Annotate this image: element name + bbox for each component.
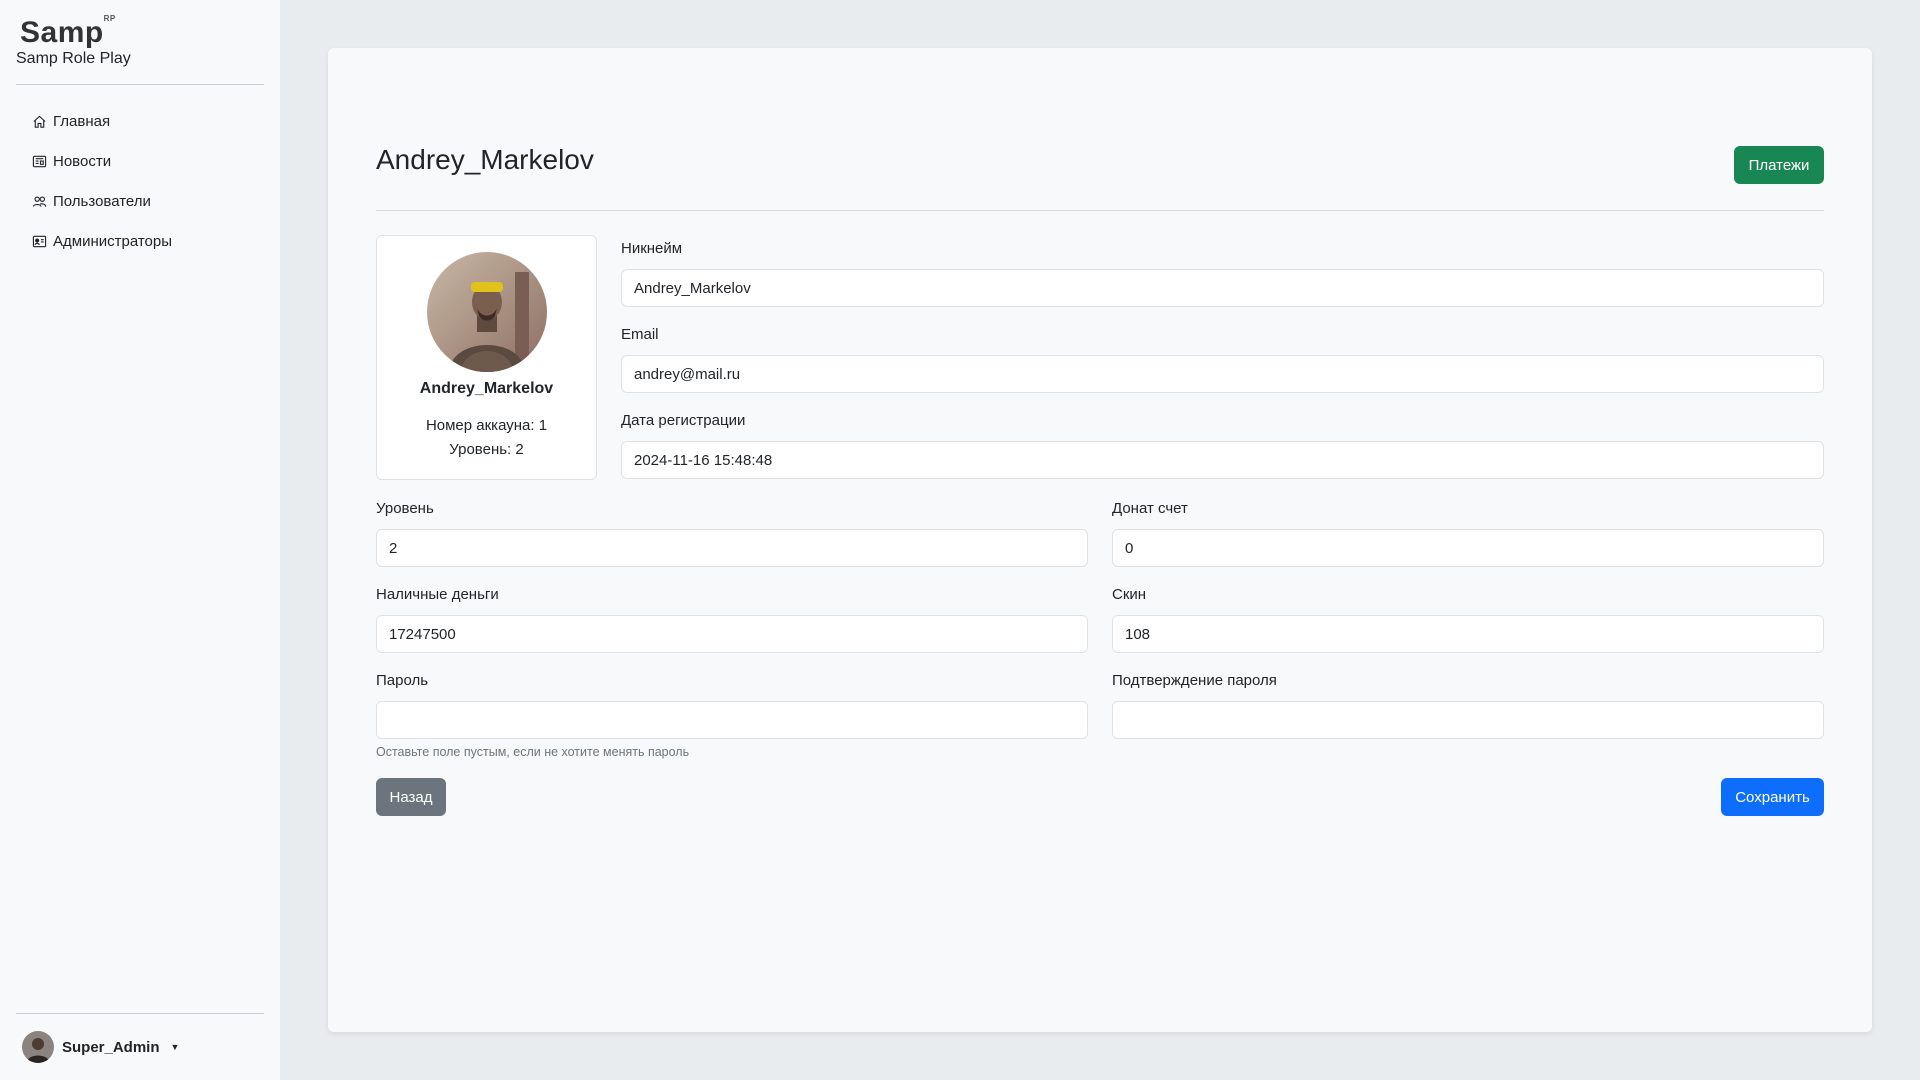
sidebar-item-home[interactable]: Главная [16,101,264,141]
avatar [22,1031,54,1063]
users-icon [32,195,47,207]
cash-field[interactable]: 17247500 [376,615,1088,653]
home-icon [33,115,46,128]
title-divider [376,210,1824,211]
sidebar-item-label: Главная [53,112,111,130]
password-confirm-field[interactable] [1112,701,1824,739]
nickname-label: Никнейм [621,240,683,257]
save-button[interactable]: Сохранить [1721,778,1824,816]
brand-link[interactable]: Samp RP Samp Role Play [16,14,264,68]
newspaper-icon [32,155,47,167]
donate-field[interactable]: 0 [1112,529,1824,567]
password-help-text: Оставьте поле пустым, если не хотите мен… [376,745,690,759]
reg-date-field[interactable]: 2024-11-16 15:48:48 [621,441,1824,479]
brand-logo: Samp RP [16,14,115,50]
profile-card: Andrey_Markelov Платежи Andrey_Markelov … [328,48,1872,1032]
caret-down-icon: ▼ [170,1042,180,1052]
sidebar-nav: Главная Новости Пользователи Администрат… [16,101,264,261]
reg-date-label: Дата регистрации [621,412,746,429]
user-menu[interactable]: Super_Admin ▼ [16,1013,264,1080]
nickname-field[interactable]: Andrey_Markelov [621,269,1824,307]
page-title: Andrey_Markelov [376,144,594,175]
sidebar-item-news[interactable]: Новости [16,141,264,181]
level-label: Уровень [376,500,434,517]
profile-name: Andrey_Markelov [419,380,554,397]
skin-field[interactable]: 108 [1112,615,1824,653]
sidebar-item-admins[interactable]: Администраторы [16,221,264,261]
password-field[interactable] [376,701,1088,739]
password-confirm-label: Подтверждение пароля [1112,672,1277,689]
donate-label: Донат счет [1112,500,1188,517]
skin-label: Скин [1112,586,1147,603]
sidebar-item-users[interactable]: Пользователи [16,181,264,221]
brand-subtitle: Samp Role Play [16,50,131,67]
sidebar-item-label: Пользователи [53,192,151,210]
account-number: Номер аккауна: 1 [425,417,548,434]
sidebar-item-label: Администраторы [53,232,173,250]
sidebar-item-label: Новости [53,152,112,170]
password-label: Пароль [376,672,429,689]
email-field[interactable]: andrey@mail.ru [621,355,1824,393]
brand-name: Samp [20,16,104,49]
user-name: Super_Admin [62,1038,160,1056]
sidebar: Samp RP Samp Role Play Главная Новости По… [0,0,280,1080]
payments-button[interactable]: Платежи [1734,146,1824,184]
profile-avatar [426,252,547,372]
cash-label: Наличные деньги [376,586,499,603]
profile-summary: Andrey_Markelov Номер аккауна: 1 Уровень… [376,235,597,480]
profile-meta: Номер аккауна: 1 Уровень: 2 [377,414,596,462]
back-button[interactable]: Назад [376,778,446,816]
email-label: Email [621,326,659,343]
level-field[interactable]: 2 [376,529,1088,567]
admin-card-icon [32,235,47,247]
profile-level: Уровень: 2 [449,441,524,458]
brand-sup: RP [103,14,116,23]
sidebar-divider [16,84,264,85]
